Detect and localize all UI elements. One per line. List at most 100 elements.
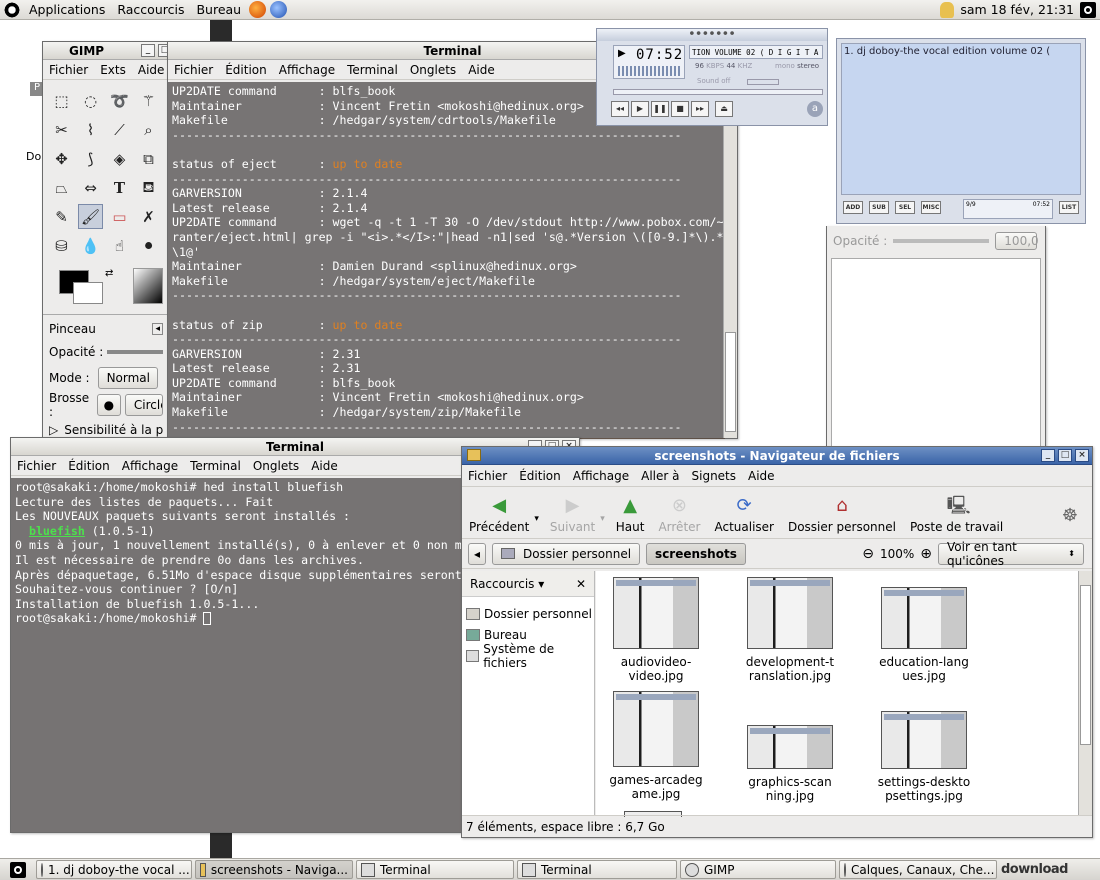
zoom-out-icon[interactable]: ⊖ [862, 546, 874, 562]
nautilus-titlebar[interactable]: screenshots - Navigateur de fichiers _ □ × [462, 447, 1092, 465]
zoom-level[interactable]: 100% [880, 547, 914, 561]
move-icon[interactable]: ✥ [49, 146, 74, 171]
eject-button[interactable]: ⏏ [715, 101, 733, 117]
seek-bar[interactable] [613, 89, 823, 95]
zoom-in-icon[interactable]: ⊕ [920, 546, 932, 562]
t2-menu-fichier[interactable]: Fichier [11, 459, 62, 473]
file-view-scrollbar[interactable] [1078, 571, 1092, 815]
t1-menu-terminal[interactable]: Terminal [341, 63, 404, 77]
file-item[interactable]: graphics-scanning.jpg [730, 725, 850, 803]
up-button[interactable]: ▲ Haut [609, 496, 652, 535]
t2-menu-aide[interactable]: Aide [305, 459, 344, 473]
file-item[interactable]: settings-desktopsettings.jpg [864, 711, 984, 803]
path-left-arrow-icon[interactable]: ◂ [468, 542, 487, 565]
pl-sub-button[interactable]: SUB [869, 201, 889, 214]
computer-button[interactable]: 🖳 Poste de travail [903, 496, 1010, 535]
layers-opacity-value[interactable]: 100,0 [995, 232, 1039, 250]
pl-misc-button[interactable]: MISC [921, 201, 941, 214]
layers-list[interactable] [831, 258, 1041, 461]
t1-menu-fichier[interactable]: Fichier [168, 63, 219, 77]
task-gimp[interactable]: GIMP [680, 860, 836, 879]
naut-maximize-button[interactable]: □ [1058, 449, 1072, 462]
file-item[interactable]: development-translation.jpg [730, 577, 850, 683]
t2-menu-edition[interactable]: Édition [62, 459, 116, 473]
volume-slider[interactable] [747, 79, 779, 85]
t1-menu-edition[interactable]: Édition [219, 63, 273, 77]
clone-icon[interactable]: ⛁ [49, 233, 74, 258]
menu-bureau[interactable]: Bureau [190, 2, 247, 17]
paths-icon[interactable]: ⌇ [78, 117, 103, 142]
minimize-button[interactable]: _ [141, 44, 155, 57]
t2-menu-affichage[interactable]: Affichage [116, 459, 184, 473]
home-button[interactable]: ⌂ Dossier personnel [781, 496, 903, 535]
playlist-entry[interactable]: 1. dj doboy-the vocal edition volume 02 … [844, 46, 1050, 57]
xmms-logo-icon[interactable]: a [807, 101, 823, 117]
back-history-dropdown[interactable]: ▾ [534, 514, 539, 524]
pencil-icon[interactable]: ✎ [49, 204, 74, 229]
playlist-list[interactable]: 1. dj doboy-the vocal edition volume 02 … [841, 43, 1081, 195]
xmms-song-title[interactable]: TION VOLUME 02 ( D I G I T A L [689, 45, 823, 59]
rect-select-icon[interactable]: ⬚ [49, 88, 74, 113]
opacity-slider[interactable] [107, 350, 163, 354]
file-item[interactable]: audiovideo-video.jpg [596, 577, 716, 683]
sidebar-title[interactable]: Raccourcis ▾ [470, 577, 544, 591]
thunderbird-icon[interactable] [270, 1, 288, 18]
zoom-icon[interactable]: ⌕ [136, 117, 161, 142]
task-xmms[interactable]: 1. dj doboy-the vocal ... [36, 860, 192, 879]
next-button[interactable]: ▸▸ [691, 101, 709, 117]
path-button-home[interactable]: Dossier personnel [492, 542, 641, 565]
clock[interactable]: sam 18 fév, 21:31 [960, 2, 1074, 17]
color-picker-icon[interactable]: ⟋ [107, 117, 132, 142]
flip-icon[interactable]: ⇔ [78, 175, 103, 200]
xmms-titlebar[interactable]: ⚫⚫⚫⚫⚫⚫⚫ [597, 29, 827, 41]
menu-raccourcis[interactable]: Raccourcis [111, 2, 190, 17]
back-button[interactable]: ◀ Précédent [462, 496, 536, 535]
pause-button[interactable]: ❚❚ [651, 101, 669, 117]
task-terminal-2[interactable]: Terminal [517, 860, 677, 879]
dodge-icon[interactable]: ⚫ [136, 233, 161, 258]
paintbrush-icon[interactable]: 🖌 [78, 204, 103, 229]
sidebar-close-icon[interactable]: ✕ [576, 577, 586, 591]
gimp-menu-exts[interactable]: Exts [94, 63, 132, 77]
perspective-icon[interactable]: ⏢ [49, 175, 74, 200]
gnome-foot-icon[interactable] [3, 1, 21, 18]
forward-history-dropdown[interactable]: ▾ [600, 514, 605, 524]
n-menu-edition[interactable]: Édition [513, 469, 567, 483]
view-mode-select[interactable]: Voir en tant qu'icônes ⬍ [938, 540, 1084, 568]
mode-select[interactable]: Normal [97, 367, 158, 389]
stop-button[interactable]: ⊗ Arrêter [651, 496, 707, 535]
spectrum-analyzer[interactable] [618, 66, 682, 76]
brush-name[interactable]: Circle [124, 394, 163, 416]
n-menu-signets[interactable]: Signets [686, 469, 743, 483]
xmms-time-display[interactable]: ▶ 07:52 [613, 45, 685, 79]
gradient-swatch[interactable] [133, 268, 163, 304]
crop-icon[interactable]: ⟆ [78, 146, 103, 171]
eraser-icon[interactable]: ▭ [107, 204, 132, 229]
menu-applications[interactable]: Applications [23, 2, 111, 17]
scale-icon[interactable]: ⧉ [136, 146, 161, 171]
t1-menu-aide[interactable]: Aide [462, 63, 501, 77]
scissors-icon[interactable]: ✂ [49, 117, 74, 142]
sidebar-item-home[interactable]: Dossier personnel [462, 603, 594, 624]
smudge-icon[interactable]: ☝ [107, 233, 132, 258]
blur-icon[interactable]: 💧 [78, 233, 103, 258]
show-desktop-icon[interactable] [10, 861, 26, 878]
stop-button[interactable]: ■ [671, 101, 689, 117]
prev-button[interactable]: ◂◂ [611, 101, 629, 117]
firefox-icon[interactable] [249, 1, 267, 18]
lasso-icon[interactable]: ➰ [107, 88, 132, 113]
pl-add-button[interactable]: ADD [843, 201, 863, 214]
n-menu-aller[interactable]: Aller à [635, 469, 685, 483]
file-item[interactable]: education-langues.jpg [864, 587, 984, 683]
n-menu-affichage[interactable]: Affichage [567, 469, 635, 483]
sensitivity-label[interactable]: Sensibilité à la pr [64, 423, 163, 437]
background-color-swatch[interactable] [73, 282, 103, 304]
n-menu-aide[interactable]: Aide [742, 469, 781, 483]
task-layers[interactable]: Calques, Canaux, Che... [839, 860, 997, 879]
task-terminal-1[interactable]: Terminal [356, 860, 514, 879]
magic-wand-icon[interactable]: ⚚ [136, 88, 161, 113]
t2-menu-onglets[interactable]: Onglets [247, 459, 305, 473]
path-button-current[interactable]: screenshots [646, 542, 746, 565]
terminal1-scrollbar[interactable] [723, 82, 737, 438]
pl-sel-button[interactable]: SEL [895, 201, 915, 214]
